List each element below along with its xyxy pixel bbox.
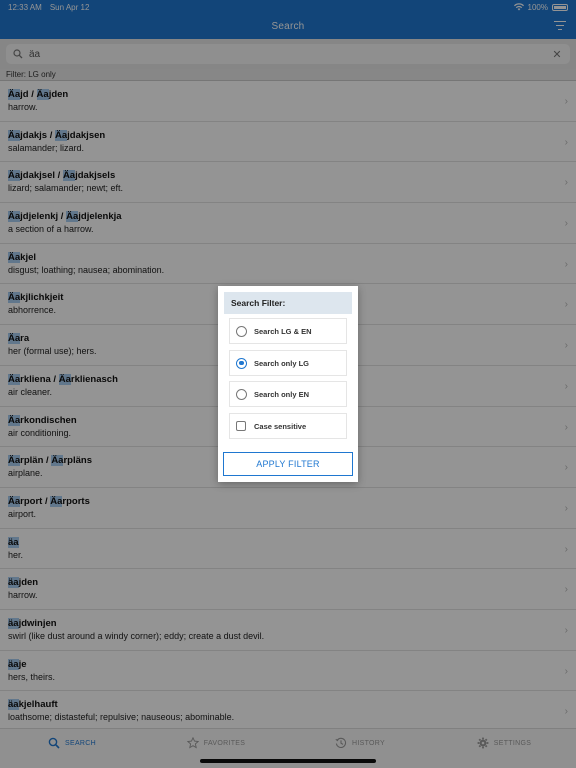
option-search-lg-en[interactable]: Search LG & EN bbox=[229, 318, 347, 344]
option-label: Search only EN bbox=[254, 389, 310, 399]
option-search-only-en[interactable]: Search only EN bbox=[229, 381, 347, 407]
checkbox-label: Case sensitive bbox=[254, 421, 307, 431]
option-label: Search LG & EN bbox=[254, 326, 312, 336]
radio-checked-icon[interactable] bbox=[236, 357, 247, 369]
option-label: Search only LG bbox=[254, 358, 310, 368]
radio-icon[interactable] bbox=[236, 325, 247, 337]
radio-icon[interactable] bbox=[236, 388, 247, 400]
search-filter-dialog: Search Filter: Search LG & EN Search onl… bbox=[218, 286, 358, 482]
case-sensitive-option[interactable]: Case sensitive bbox=[229, 413, 347, 439]
option-search-only-lg[interactable]: Search only LG bbox=[229, 350, 347, 376]
dialog-title: Search Filter: bbox=[224, 292, 352, 314]
checkbox-icon[interactable] bbox=[236, 421, 246, 431]
apply-filter-button[interactable]: APPLY FILTER bbox=[223, 452, 353, 476]
